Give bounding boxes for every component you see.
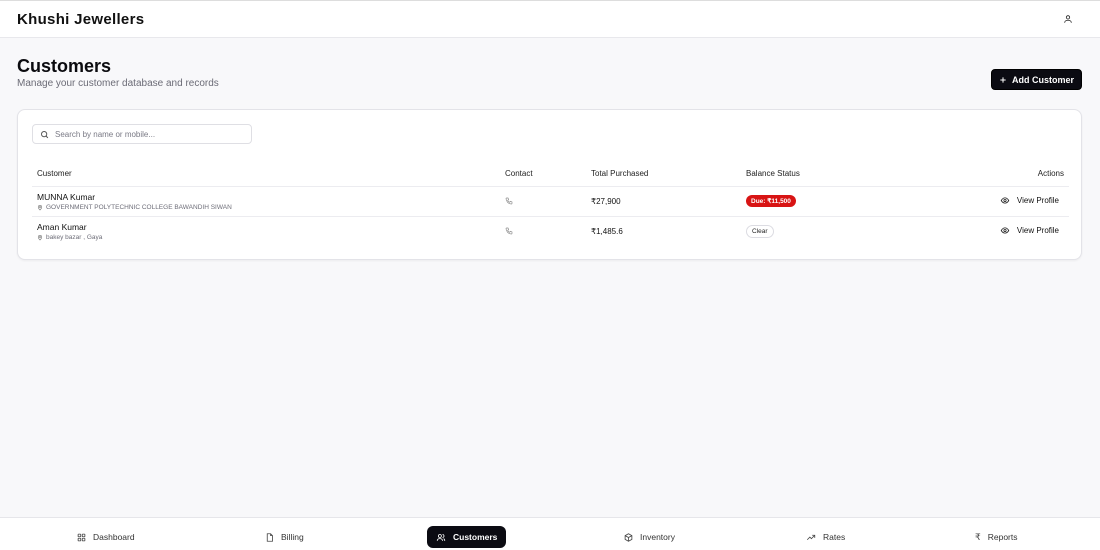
billing-icon bbox=[265, 532, 274, 542]
customer-address: GOVERNMENT POLYTECHNIC COLLEGE BAWANDIH … bbox=[37, 204, 495, 211]
add-customer-label: Add Customer bbox=[1011, 74, 1074, 85]
customers-card: Customer Contact Total Purchased Balance… bbox=[17, 109, 1082, 260]
table-row: MUNNA Kumar GOVERNMENT POLYTECHNIC COLLE… bbox=[32, 186, 1069, 217]
header-contact: Contact bbox=[500, 162, 586, 187]
view-profile-label: View Profile bbox=[1016, 195, 1059, 205]
nav-item-customers[interactable]: Customers bbox=[427, 526, 507, 548]
user-icon[interactable] bbox=[1058, 9, 1078, 29]
total-purchased: ₹1,485.6 bbox=[591, 226, 623, 236]
bottom-nav: Dashboard Billing Customers Inventory Ra… bbox=[0, 517, 1100, 550]
eye-icon bbox=[1000, 196, 1010, 205]
nav-label: Rates bbox=[823, 532, 846, 542]
page-subtitle: Manage your customer database and record… bbox=[17, 78, 219, 89]
customer-name: MUNNA Kumar bbox=[37, 191, 96, 202]
plus-icon bbox=[999, 76, 1007, 84]
view-profile-button[interactable]: View Profile bbox=[1000, 226, 1064, 235]
header-actions: Actions bbox=[941, 162, 1069, 187]
nav-label: Billing bbox=[281, 532, 304, 542]
table-row: Aman Kumar bakey bazar , Gaya ₹1,485.6 C… bbox=[32, 216, 1069, 246]
status-badge: Due: ₹11,500 bbox=[746, 195, 796, 207]
nav-item-rates[interactable]: Rates bbox=[797, 526, 854, 548]
view-profile-button[interactable]: View Profile bbox=[1000, 196, 1064, 205]
customer-address-text: GOVERNMENT POLYTECHNIC COLLEGE BAWANDIH … bbox=[46, 203, 232, 211]
header-total-purchased: Total Purchased bbox=[586, 162, 741, 187]
nav-label: Reports bbox=[987, 532, 1018, 542]
page-title: Customers bbox=[17, 56, 112, 76]
search-icon bbox=[40, 130, 49, 139]
nav-item-reports[interactable]: ₹ Reports bbox=[966, 526, 1027, 548]
customers-table: Customer Contact Total Purchased Balance… bbox=[32, 162, 1069, 246]
trending-up-icon bbox=[806, 533, 816, 542]
customer-address-text: bakey bazar , Gaya bbox=[46, 233, 103, 241]
box-icon bbox=[624, 532, 633, 542]
nav-label: Customers bbox=[453, 532, 498, 542]
search-input[interactable] bbox=[55, 129, 235, 139]
add-customer-button[interactable]: Add Customer bbox=[990, 69, 1082, 90]
nav-label: Dashboard bbox=[93, 532, 135, 542]
customer-name: Aman Kumar bbox=[37, 221, 87, 232]
page-header: Customers Manage your customer database … bbox=[17, 56, 1082, 96]
nav-label: Inventory bbox=[640, 532, 675, 542]
eye-icon bbox=[1000, 226, 1010, 235]
nav-item-dashboard[interactable]: Dashboard bbox=[68, 526, 144, 548]
app-title: Khushi Jewellers bbox=[17, 10, 145, 28]
map-pin-icon bbox=[37, 204, 43, 211]
top-bar: Khushi Jewellers bbox=[0, 0, 1100, 38]
total-purchased: ₹27,900 bbox=[586, 186, 741, 217]
users-icon bbox=[436, 533, 446, 542]
view-profile-label: View Profile bbox=[1016, 225, 1059, 235]
rupee-icon: ₹ bbox=[975, 531, 981, 542]
header-customer: Customer bbox=[32, 162, 500, 187]
table-header-row: Customer Contact Total Purchased Balance… bbox=[32, 162, 1069, 187]
nav-item-billing[interactable]: Billing bbox=[256, 526, 313, 548]
search-box[interactable] bbox=[32, 124, 252, 144]
header-balance-status: Balance Status bbox=[741, 162, 941, 187]
customer-address: bakey bazar , Gaya bbox=[37, 234, 495, 241]
status-badge: Clear bbox=[746, 224, 774, 238]
nav-item-inventory[interactable]: Inventory bbox=[615, 526, 684, 548]
map-pin-icon bbox=[37, 234, 43, 241]
dashboard-icon bbox=[77, 533, 86, 542]
phone-icon[interactable] bbox=[505, 197, 581, 205]
phone-icon[interactable] bbox=[505, 227, 581, 235]
